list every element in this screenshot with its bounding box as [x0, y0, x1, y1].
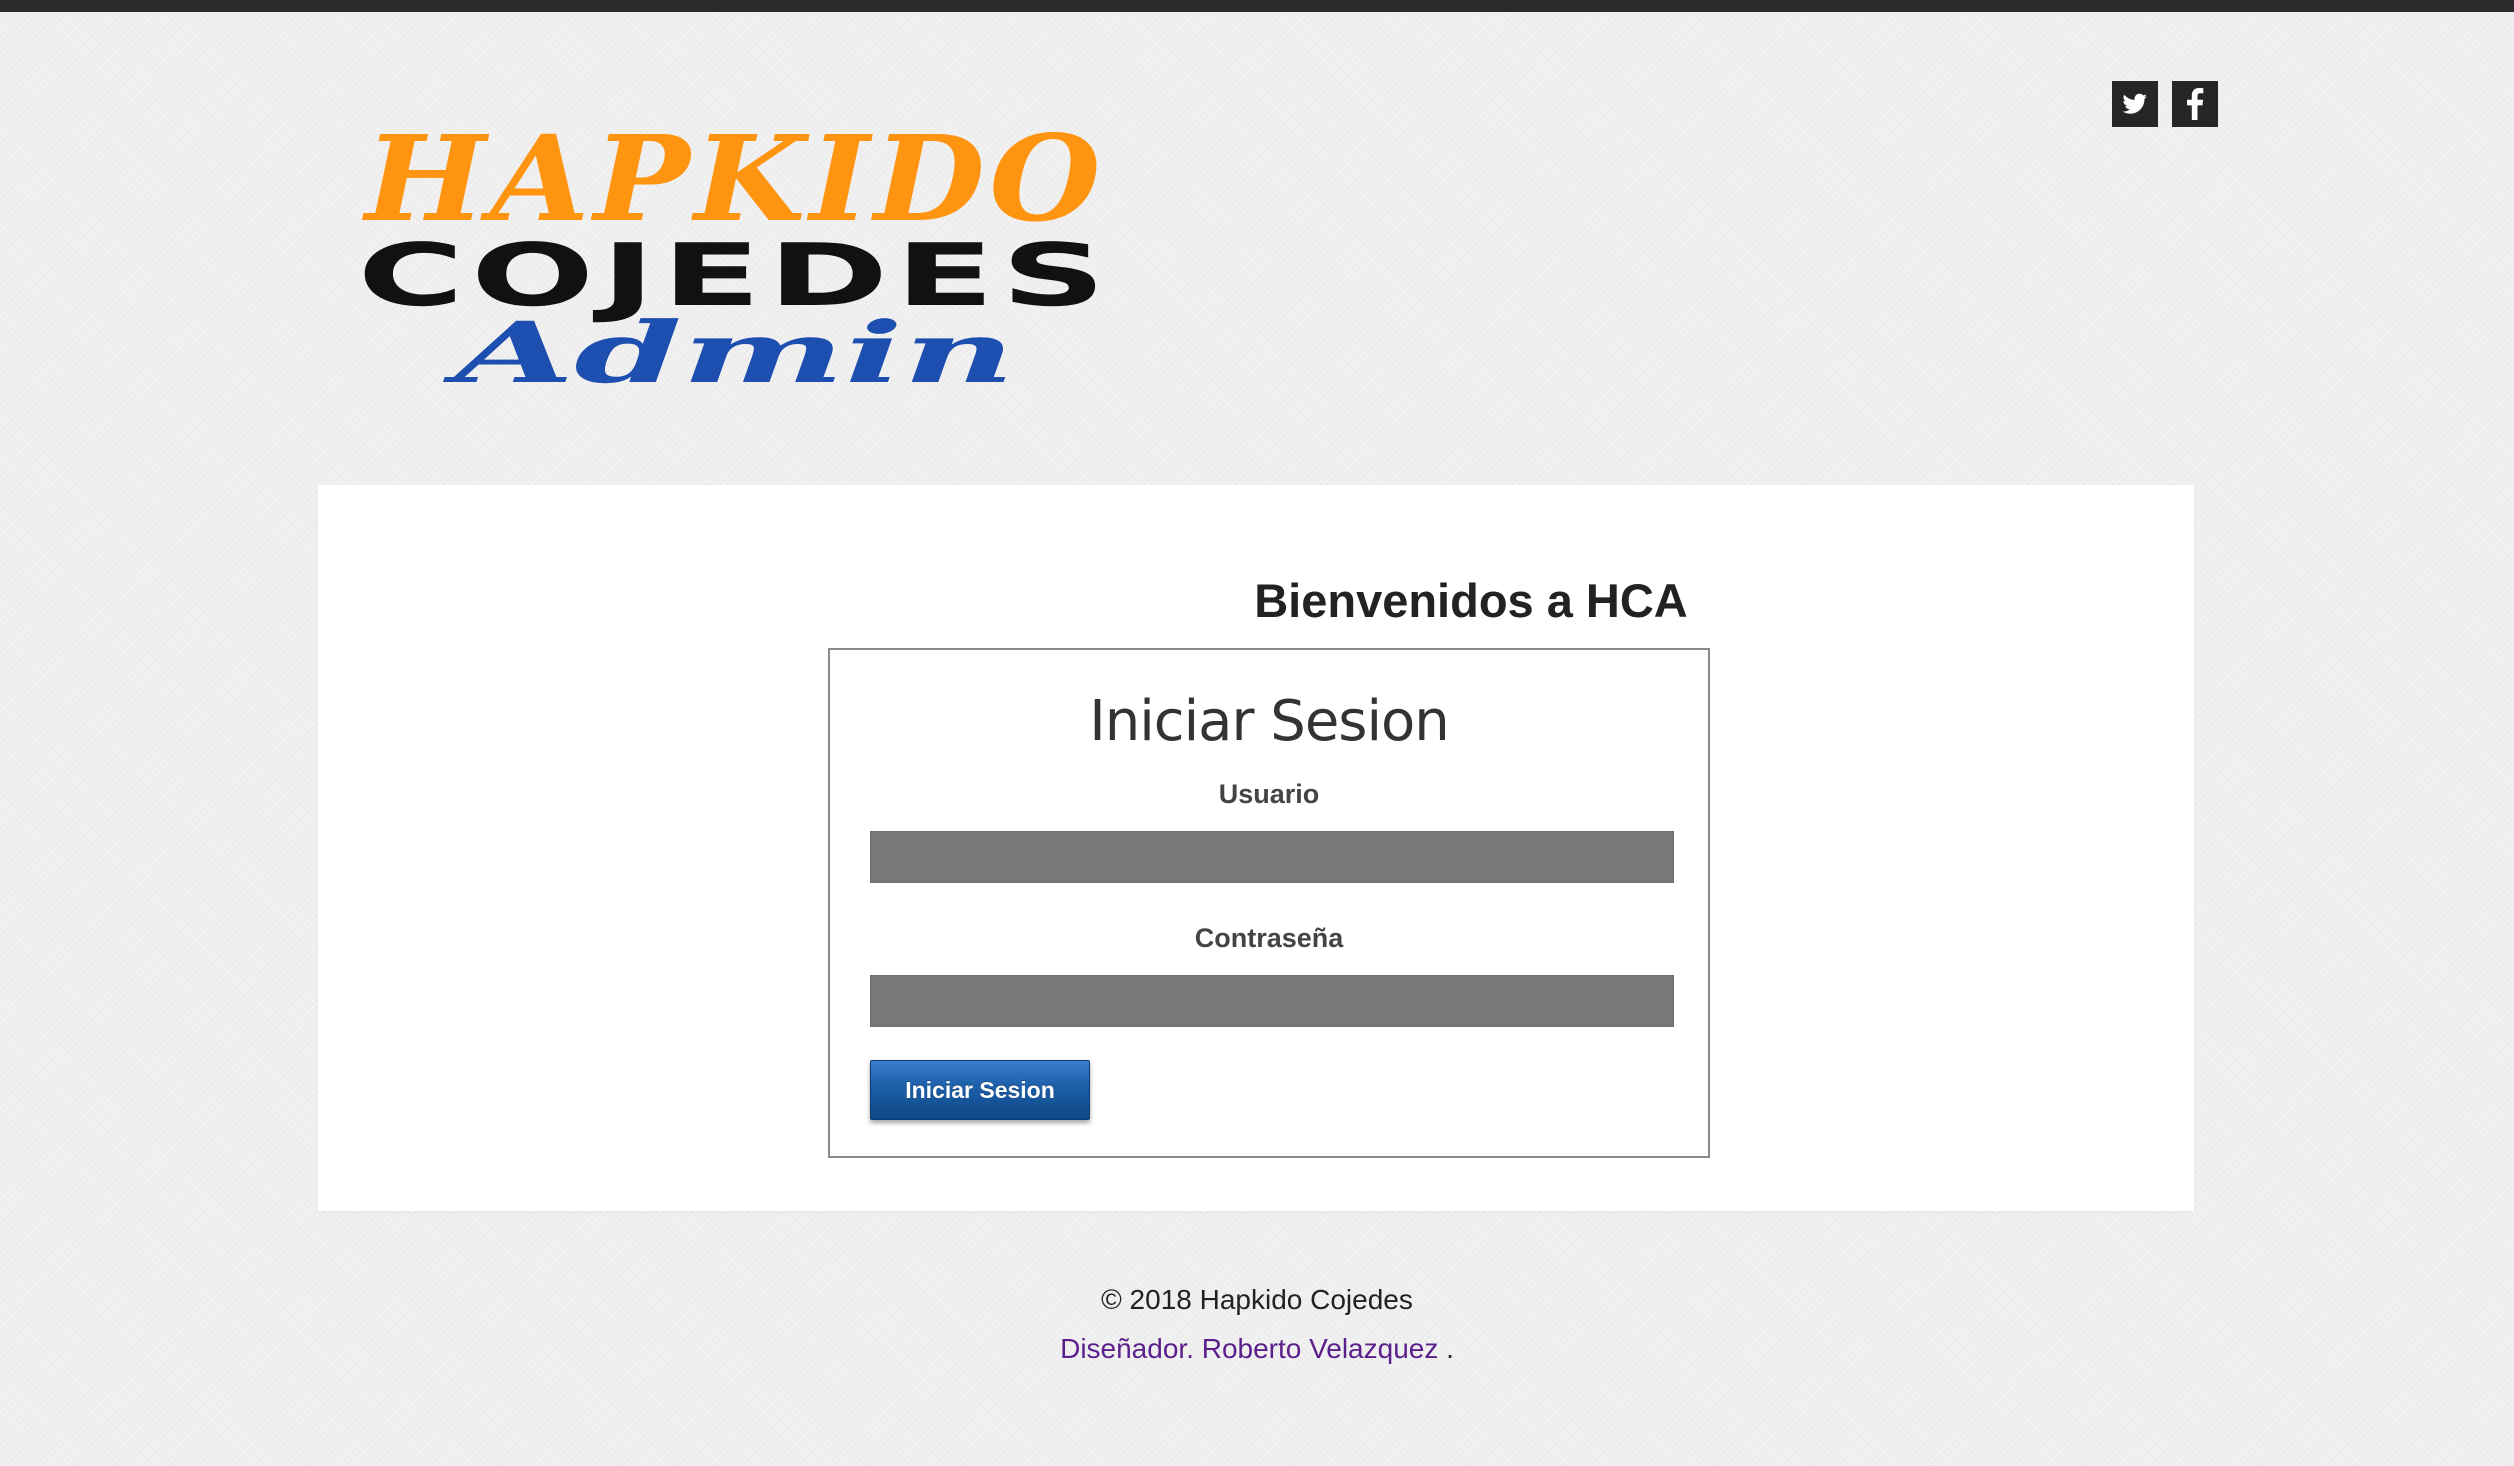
welcome-heading: Bienvenidos a HCA — [1254, 574, 1688, 627]
login-title: Iniciar Sesion — [1089, 689, 1450, 754]
username-label: Usuario — [1218, 779, 1320, 809]
main-panel: Bienvenidos a HCA Iniciar Sesion Usuario… — [318, 485, 2194, 1211]
logo-graphic: HAPKIDO COJEDES Admin — [358, 120, 1109, 400]
social-links — [2112, 81, 2218, 127]
footer-copyright: © 2018 Hapkido Cojedes — [1101, 1284, 1413, 1315]
login-submit-button[interactable]: Iniciar Sesion — [870, 1060, 1090, 1120]
password-label: Contraseña — [1194, 923, 1344, 953]
username-input[interactable] — [870, 831, 1674, 883]
footer-designer: Diseñador. Roberto Velazquez . — [0, 1335, 2514, 1363]
logo-line-admin: Admin — [442, 303, 1015, 400]
twitter-button[interactable] — [2112, 81, 2158, 127]
site-logo[interactable]: HAPKIDO COJEDES Admin — [350, 120, 1120, 400]
facebook-button[interactable] — [2172, 81, 2218, 127]
designer-link[interactable]: Diseñador. Roberto Velazquez — [1060, 1333, 1438, 1364]
top-bar — [0, 0, 2514, 12]
twitter-icon — [2122, 93, 2147, 114]
facebook-icon — [2187, 88, 2204, 120]
password-input[interactable] — [870, 975, 1674, 1027]
designer-suffix: . — [1438, 1333, 1454, 1364]
login-form: Iniciar Sesion Usuario Contraseña Inicia… — [828, 648, 1710, 1158]
